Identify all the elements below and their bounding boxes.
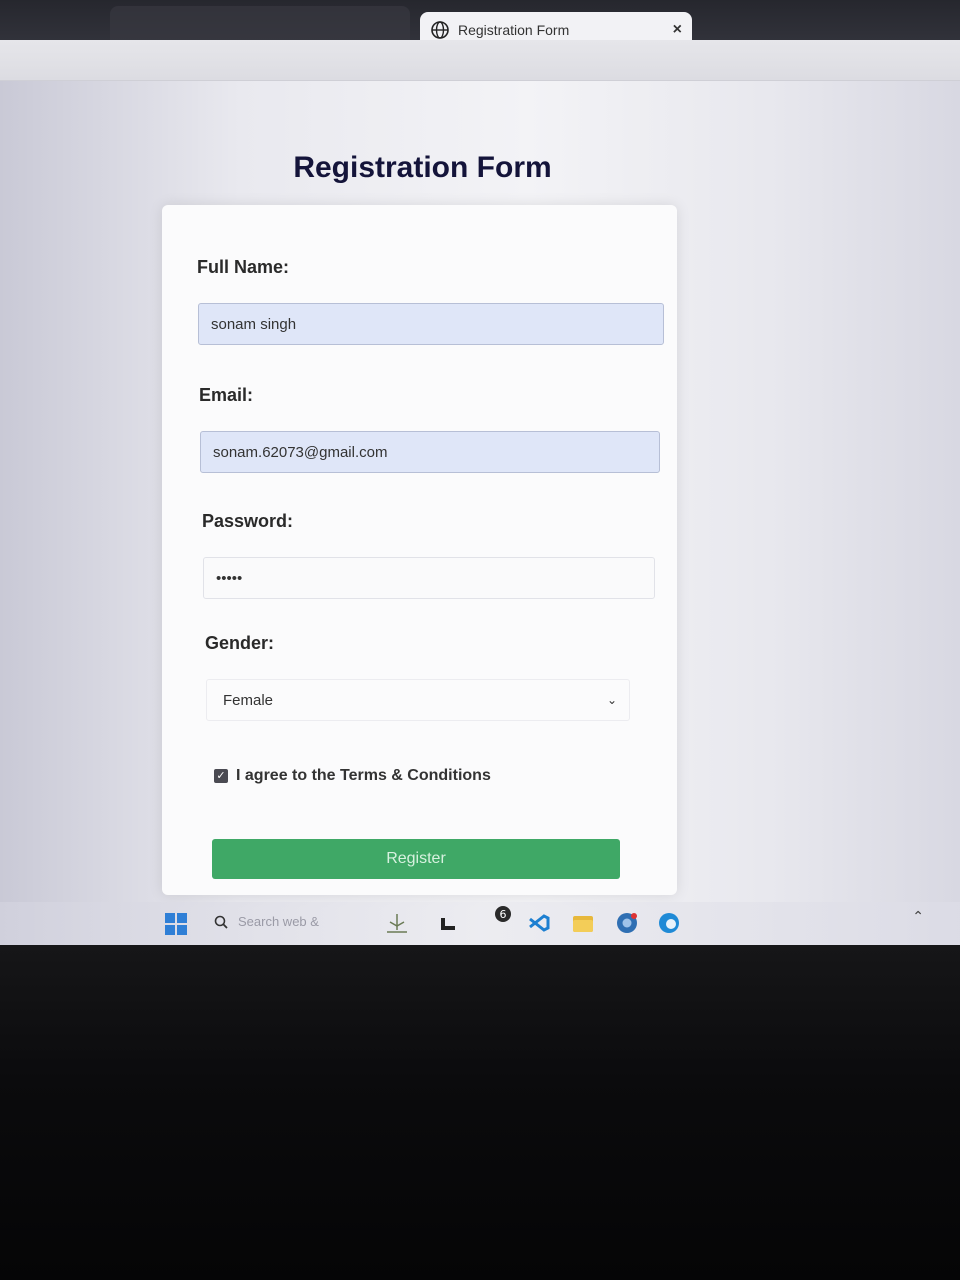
email-input[interactable]: sonam.62073@gmail.com	[200, 431, 660, 473]
vscode-icon[interactable]	[526, 910, 552, 936]
taskbar-search-placeholder: Search web &	[238, 914, 319, 929]
svg-text:6: 6	[500, 908, 507, 921]
task-view-icon[interactable]	[436, 910, 462, 936]
page-title: Registration Form	[293, 151, 552, 184]
widgets-icon[interactable]	[384, 910, 410, 936]
edge-icon[interactable]	[656, 910, 682, 936]
terms-row: ✓ I agree to the Terms & Conditions	[214, 767, 491, 785]
terms-checkbox[interactable]: ✓	[214, 769, 228, 783]
password-input[interactable]: •••••	[203, 557, 655, 599]
close-icon[interactable]: ×	[673, 21, 682, 39]
terms-label: I agree to the Terms & Conditions	[236, 767, 491, 784]
search-icon	[214, 915, 228, 929]
monitor-bezel	[0, 945, 960, 1280]
gender-label: Gender:	[205, 633, 275, 653]
email-label: Email:	[199, 385, 254, 405]
browser-tab-strip: Registration Form ×	[0, 0, 960, 48]
chrome-icon[interactable]	[614, 910, 640, 936]
password-value: •••••	[216, 569, 243, 587]
browser-tab-inactive[interactable]	[110, 6, 410, 40]
page-viewport: Registration Form Full Name: sonam singh…	[0, 81, 960, 945]
full-name-input[interactable]: sonam singh	[198, 303, 664, 345]
file-explorer-icon[interactable]	[570, 910, 596, 936]
email-value: sonam.62073@gmail.com	[213, 443, 388, 461]
password-label: Password:	[202, 511, 294, 531]
register-button[interactable]: Register	[212, 839, 620, 879]
chevron-up-icon[interactable]: ⌃	[912, 908, 924, 925]
globe-icon	[431, 21, 449, 39]
full-name-label: Full Name:	[197, 257, 290, 277]
windows-start-icon[interactable]	[165, 913, 187, 935]
notification-badge-icon[interactable]: 6	[490, 904, 516, 930]
registration-card: Full Name: sonam singh Email: sonam.6207…	[162, 205, 677, 895]
taskbar: Search web & 6 ⌃	[0, 902, 960, 945]
full-name-value: sonam singh	[211, 315, 297, 333]
gender-select[interactable]: Female ⌄	[206, 679, 630, 721]
chevron-down-icon: ⌄	[606, 693, 617, 707]
browser-toolbar	[0, 40, 960, 81]
taskbar-search[interactable]: Search web &	[214, 914, 319, 929]
gender-value: Female	[223, 691, 274, 709]
tab-title: Registration Form	[458, 22, 570, 38]
